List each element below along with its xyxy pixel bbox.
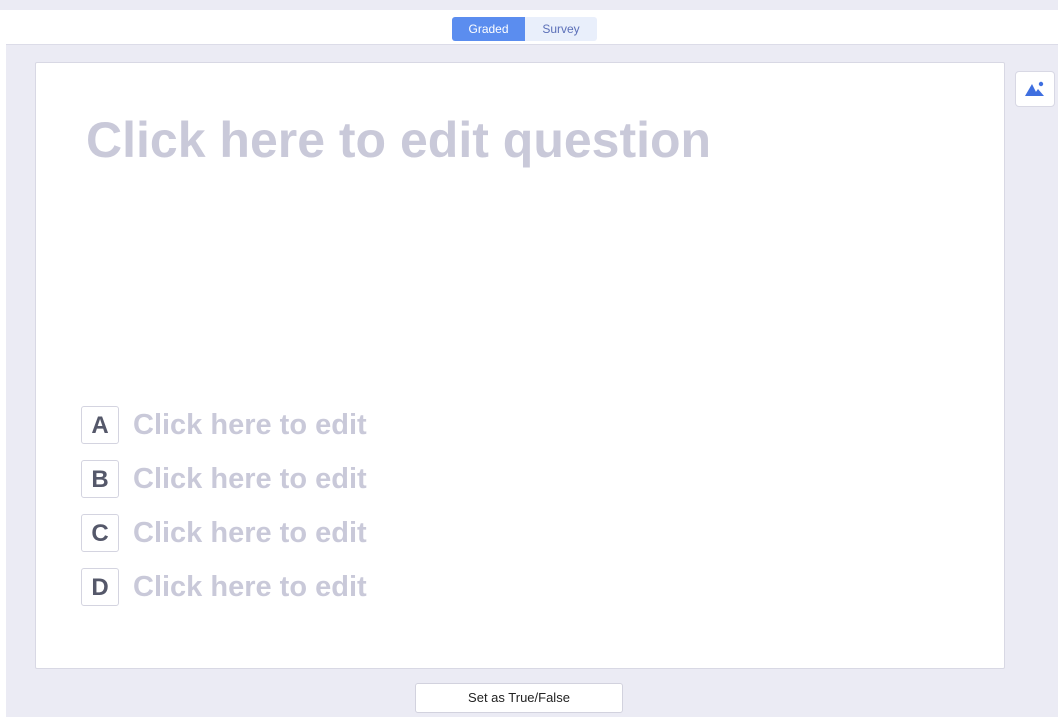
toolbar: Graded Survey (6, 10, 1058, 45)
option-text-field-d[interactable]: Click here to edit (133, 571, 367, 604)
graded-tab[interactable]: Graded (452, 17, 525, 41)
question-editor: Graded Survey Click here to edit questio… (0, 0, 1058, 717)
add-image-button[interactable] (1015, 71, 1055, 107)
survey-tab[interactable]: Survey (525, 17, 597, 41)
option-letter-d[interactable]: D (81, 568, 119, 606)
set-true-false-button[interactable]: Set as True/False (415, 683, 623, 713)
option-letter-a[interactable]: A (81, 406, 119, 444)
answer-option-b: B Click here to edit (81, 459, 367, 499)
answer-options: A Click here to edit B Click here to edi… (81, 405, 367, 621)
option-letter-b[interactable]: B (81, 460, 119, 498)
answer-option-c: C Click here to edit (81, 513, 367, 553)
image-icon (1025, 81, 1044, 96)
question-card: Click here to edit question A Click here… (35, 62, 1005, 669)
top-strip (0, 0, 1058, 10)
option-text-field-c[interactable]: Click here to edit (133, 517, 367, 550)
option-text-field-a[interactable]: Click here to edit (133, 409, 367, 442)
answer-option-a: A Click here to edit (81, 405, 367, 445)
option-text-field-b[interactable]: Click here to edit (133, 463, 367, 496)
answer-option-d: D Click here to edit (81, 567, 367, 607)
option-letter-c[interactable]: C (81, 514, 119, 552)
question-text-field[interactable]: Click here to edit question (86, 111, 711, 169)
mode-toggle: Graded Survey (452, 17, 597, 41)
